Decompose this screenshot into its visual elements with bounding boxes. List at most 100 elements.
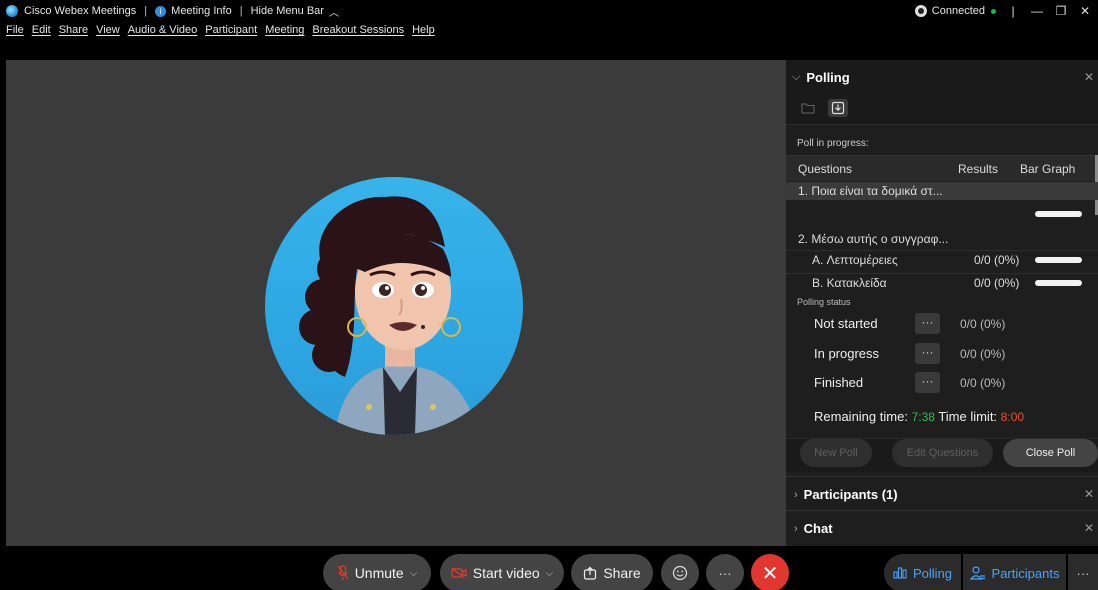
ellipsis-icon: ··· bbox=[718, 565, 732, 581]
open-poll-button[interactable] bbox=[798, 99, 818, 117]
poll-actions: New Poll Edit Questions Close Poll bbox=[786, 438, 1098, 472]
menu-help[interactable]: Help bbox=[412, 24, 435, 36]
more-options-button[interactable]: ··· bbox=[915, 343, 940, 364]
time-limit-value: 8:00 bbox=[1000, 410, 1025, 424]
app-name: Cisco Webex Meetings bbox=[24, 5, 137, 17]
poll-table-header: Questions Results Bar Graph bbox=[786, 155, 1098, 181]
participants-icon bbox=[969, 566, 985, 580]
menu-participant[interactable]: Participant bbox=[205, 24, 257, 36]
download-icon bbox=[831, 101, 845, 115]
polling-panel-button[interactable]: Polling bbox=[884, 554, 961, 590]
question-row[interactable]: 2. Μέσω αυτής ο συγγραφ... bbox=[786, 230, 1098, 248]
question-row[interactable]: 1. Ποια είναι τα δομικά στ... bbox=[786, 182, 1098, 200]
close-window-icon[interactable]: ✕ bbox=[1078, 4, 1092, 18]
minimize-icon[interactable]: — bbox=[1030, 4, 1044, 18]
polling-status-label: Polling status bbox=[797, 297, 851, 307]
leave-meeting-button[interactable]: ✕ bbox=[751, 554, 789, 590]
start-video-button[interactable]: Start video ⌵ bbox=[440, 554, 564, 590]
close-icon[interactable]: ✕ bbox=[1084, 70, 1094, 84]
status-row: Not started ··· 0/0 (0%) bbox=[786, 313, 1098, 335]
poll-progress-label: Poll in progress: bbox=[797, 138, 869, 149]
title-bar: Cisco Webex Meetings | i Meeting Info | … bbox=[0, 0, 1098, 38]
more-options-button[interactable]: ··· bbox=[915, 313, 940, 334]
menu-bar: File Edit Share View Audio & Video Parti… bbox=[6, 22, 435, 38]
status-value: 0/0 (0%) bbox=[960, 347, 1006, 361]
chevron-right-icon: › bbox=[794, 488, 798, 501]
video-muted-icon bbox=[451, 567, 467, 579]
reactions-button[interactable] bbox=[661, 554, 699, 590]
chat-section-title: › Chat bbox=[794, 521, 833, 536]
menu-share[interactable]: Share bbox=[59, 24, 88, 36]
status-name: In progress bbox=[814, 346, 880, 361]
status-name: Finished bbox=[814, 375, 864, 390]
status-row: In progress ··· 0/0 (0%) bbox=[786, 343, 1098, 365]
chat-section-label: Chat bbox=[803, 521, 833, 536]
video-stage bbox=[6, 60, 786, 546]
restore-icon[interactable]: ❐ bbox=[1054, 4, 1068, 18]
polling-toolbar bbox=[798, 99, 848, 117]
close-icon[interactable]: ✕ bbox=[1084, 487, 1094, 501]
polling-title: Polling bbox=[806, 70, 850, 85]
share-icon bbox=[584, 566, 597, 580]
unmute-button[interactable]: Unmute ⌵ bbox=[323, 554, 431, 590]
close-poll-button[interactable]: Close Poll bbox=[1003, 439, 1098, 467]
start-video-label: Start video bbox=[472, 565, 540, 581]
polling-section-toggle[interactable]: ⌵ Polling bbox=[792, 70, 850, 85]
new-poll-button[interactable]: New Poll bbox=[800, 439, 872, 467]
hide-menu-bar-label: Hide Menu Bar bbox=[250, 5, 324, 17]
menu-edit[interactable]: Edit bbox=[32, 24, 51, 36]
chevron-down-icon[interactable]: ⌵ bbox=[410, 568, 418, 579]
status-value: 0/0 (0%) bbox=[960, 317, 1006, 331]
result-bar bbox=[1035, 257, 1082, 263]
more-options-button[interactable]: ··· bbox=[706, 554, 744, 590]
column-bar-graph: Bar Graph bbox=[1020, 161, 1076, 176]
hide-menu-bar-button[interactable]: Hide Menu Bar ︿ bbox=[251, 4, 339, 19]
status-row: Finished ··· 0/0 (0%) bbox=[786, 372, 1098, 394]
edit-questions-button[interactable]: Edit Questions bbox=[892, 439, 993, 467]
polling-header: ⌵ Polling ✕ bbox=[786, 60, 1098, 125]
remaining-time-value: 7:38 bbox=[911, 410, 935, 424]
polling-label: Polling bbox=[912, 565, 953, 581]
chevron-up-icon: ︿ bbox=[328, 7, 339, 19]
menu-file[interactable]: File bbox=[6, 24, 24, 36]
answer-row: B. Κατακλείδα 0/0 (0%) bbox=[786, 273, 1098, 291]
app-title: Cisco Webex Meetings bbox=[0, 5, 136, 17]
chevron-right-icon: › bbox=[794, 522, 798, 535]
participants-section-title: › Participants (1) bbox=[794, 487, 898, 502]
participants-panel-button[interactable]: Participants bbox=[963, 554, 1066, 590]
result-bar bbox=[1035, 280, 1082, 286]
participants-section-label: Participants (1) bbox=[803, 487, 898, 502]
column-results: Results bbox=[958, 161, 999, 176]
menu-meeting[interactable]: Meeting bbox=[265, 24, 304, 36]
unmute-label: Unmute bbox=[354, 565, 404, 581]
result-bar bbox=[1035, 211, 1082, 217]
close-icon[interactable]: ✕ bbox=[1084, 521, 1094, 535]
meeting-info-button[interactable]: i Meeting Info bbox=[155, 5, 232, 17]
answer-result: 0/0 (0%) bbox=[974, 276, 1020, 290]
divider: | bbox=[144, 5, 148, 17]
menu-breakout-sessions[interactable]: Breakout Sessions bbox=[312, 24, 404, 36]
participants-section[interactable]: › Participants (1) ✕ bbox=[786, 476, 1098, 510]
status-dot bbox=[991, 8, 996, 14]
divider: | bbox=[239, 5, 243, 17]
chevron-down-icon[interactable]: ⌵ bbox=[546, 568, 554, 579]
more-options-button[interactable]: ··· bbox=[915, 372, 940, 393]
bar-graph-row bbox=[786, 206, 1098, 226]
time-limit-label: Time limit: bbox=[938, 409, 998, 424]
menu-audio-video[interactable]: Audio & Video bbox=[128, 24, 198, 36]
share-button[interactable]: Share bbox=[571, 554, 653, 590]
status-name: Not started bbox=[814, 316, 878, 331]
menu-view[interactable]: View bbox=[96, 24, 120, 36]
connection-status[interactable]: Connected bbox=[914, 5, 996, 17]
ellipsis-icon: ··· bbox=[1076, 565, 1090, 581]
right-panel: ⌵ Polling ✕ Poll in progress: Questions … bbox=[786, 60, 1098, 546]
question-text: 1. Ποια είναι τα δομικά στ... bbox=[798, 184, 943, 198]
connection-status-label: Connected bbox=[931, 5, 985, 17]
question-text: 2. Μέσω αυτής ο συγγραφ... bbox=[798, 232, 949, 246]
answer-row: A. Λεπτομέρειες 0/0 (0%) bbox=[786, 250, 1098, 268]
divider: | bbox=[1011, 4, 1015, 18]
more-panels-button[interactable]: ··· bbox=[1068, 554, 1098, 590]
save-poll-button[interactable] bbox=[828, 99, 848, 117]
chat-section[interactable]: › Chat ✕ bbox=[786, 510, 1098, 544]
smiley-icon bbox=[672, 565, 688, 581]
